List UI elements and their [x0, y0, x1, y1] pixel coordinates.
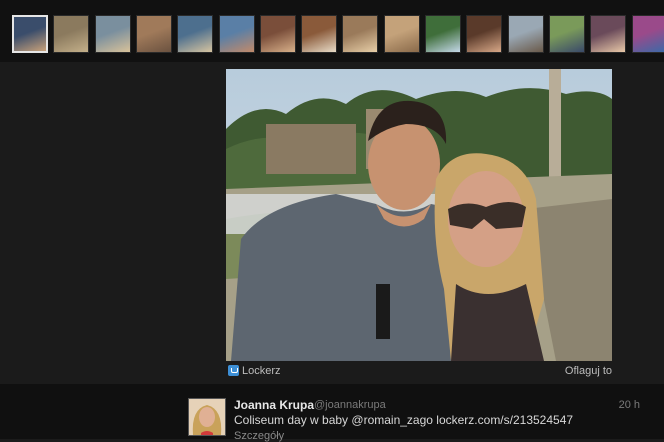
thumb-4[interactable] [136, 15, 172, 53]
thumb-1[interactable] [12, 15, 48, 53]
avatar[interactable] [188, 398, 226, 436]
thumb-2[interactable] [53, 15, 89, 53]
thumb-11[interactable] [425, 15, 461, 53]
thumb-14[interactable] [549, 15, 585, 53]
thumbnail-strip [0, 0, 664, 62]
main-photo[interactable] [226, 69, 612, 361]
tweet-link[interactable]: lockerz.com/s/213524547 [436, 413, 573, 427]
thumb-13[interactable] [508, 15, 544, 53]
thumb-16[interactable] [632, 15, 664, 53]
thumb-7[interactable] [260, 15, 296, 53]
thumb-10[interactable] [384, 15, 420, 53]
thumb-3[interactable] [95, 15, 131, 53]
photo-bar: Lockerz Oflaguj to [226, 361, 612, 381]
photo-image [226, 69, 612, 361]
lockerz-source-label[interactable]: Lockerz [242, 365, 281, 377]
details-link[interactable]: Szczegóły [234, 430, 284, 442]
thumb-9[interactable] [342, 15, 378, 53]
thumb-12[interactable] [466, 15, 502, 53]
thumb-8[interactable] [301, 15, 337, 53]
thumb-5[interactable] [177, 15, 213, 53]
tweet-text-body: Coliseum day w baby [234, 413, 352, 427]
avatar-image [189, 399, 225, 435]
tweet-mention[interactable]: @romain_zago [351, 413, 433, 427]
tweet-author-handle[interactable]: @joannakrupa [314, 399, 386, 411]
tweet-text: Coliseum day w baby @romain_zago lockerz… [234, 413, 573, 427]
tweet-timestamp[interactable]: 20 h [619, 399, 640, 411]
tweet: Joanna Krupa @joannakrupa 20 h Coliseum … [0, 384, 664, 442]
thumb-15[interactable] [590, 15, 626, 53]
lockerz-icon [228, 365, 239, 376]
flag-link[interactable]: Oflaguj to [565, 365, 612, 377]
tweet-author-name[interactable]: Joanna Krupa [234, 398, 314, 412]
thumb-6[interactable] [219, 15, 255, 53]
